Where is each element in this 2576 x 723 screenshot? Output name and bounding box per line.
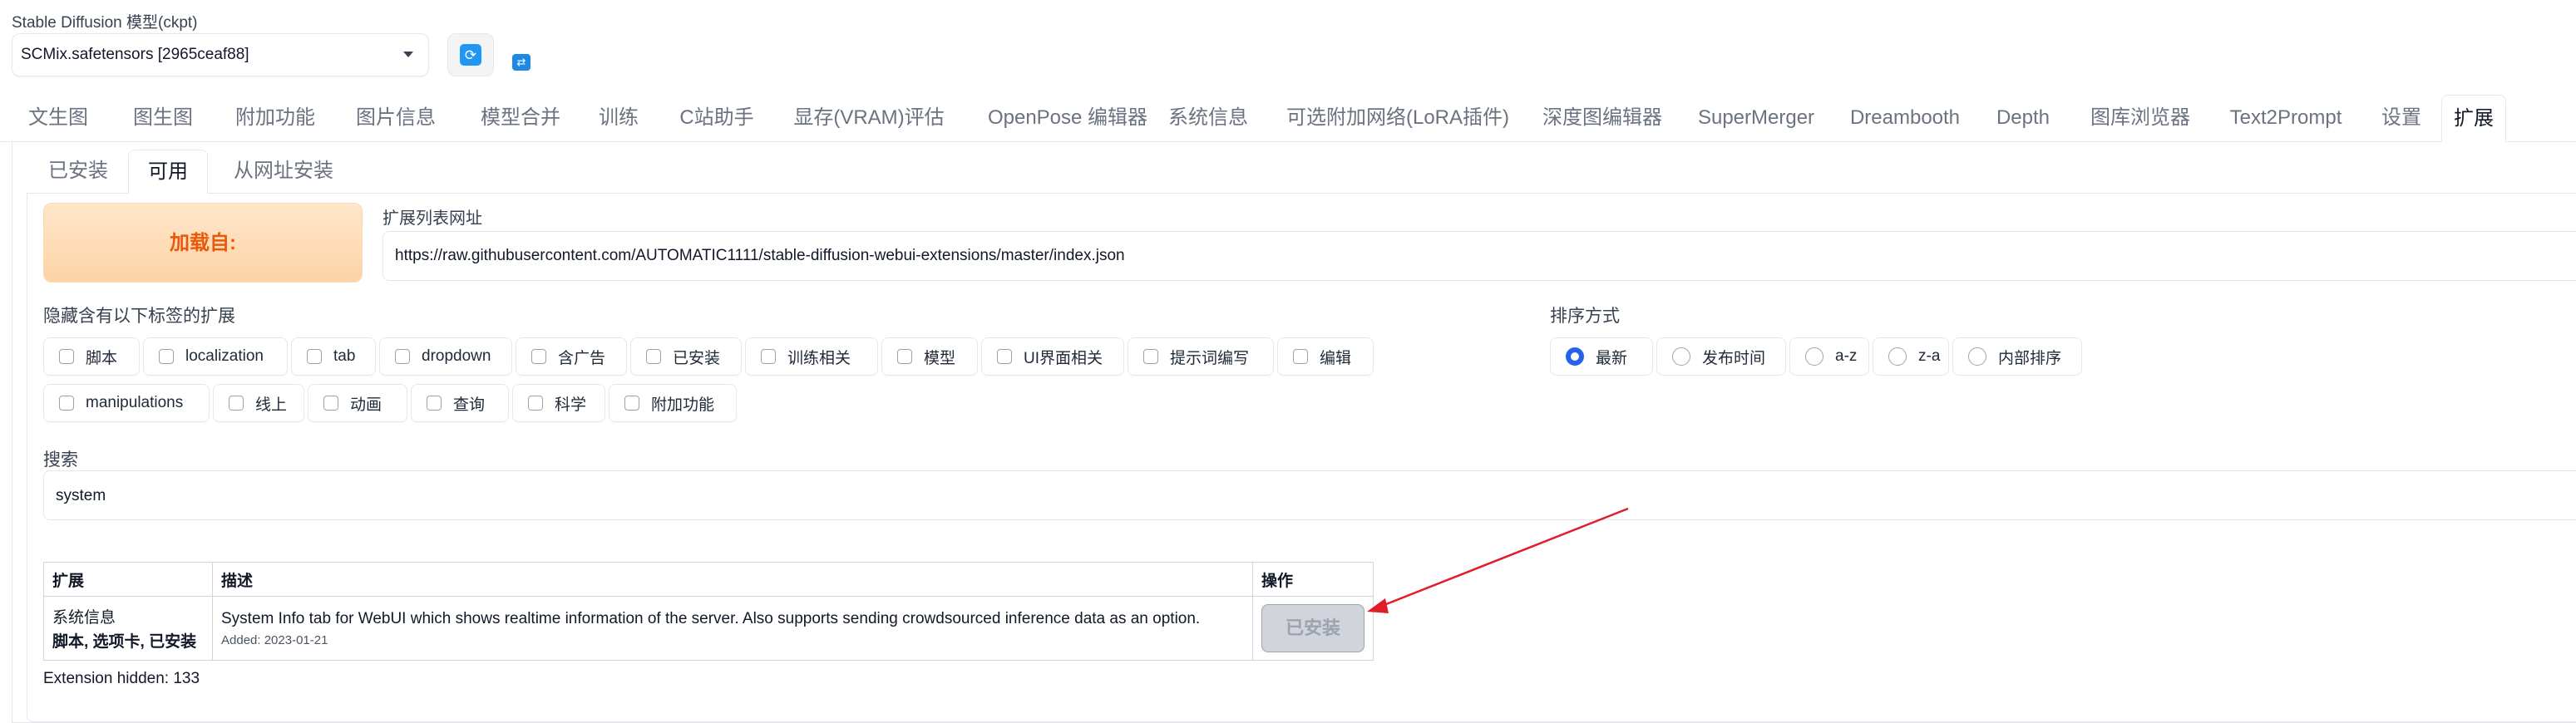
annotation-arrow-icon xyxy=(1367,507,1629,613)
